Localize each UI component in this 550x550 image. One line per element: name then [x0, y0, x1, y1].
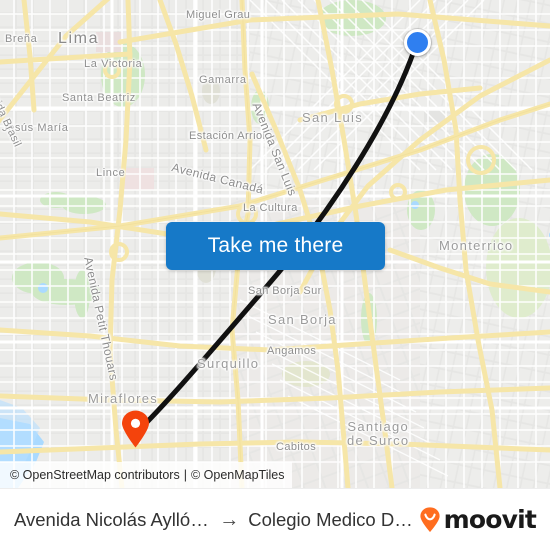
- arrow-right-icon: →: [219, 508, 240, 531]
- moovit-logo[interactable]: moovit: [417, 505, 550, 534]
- moovit-map-screen: Breña Lima Miguel Grau La Victoria Gamar…: [0, 0, 550, 550]
- moovit-wordmark: moovit: [443, 505, 537, 534]
- moovit-pin-icon: [417, 506, 443, 533]
- attribution-openmaptiles[interactable]: © OpenMapTiles: [191, 468, 285, 482]
- take-me-there-button[interactable]: Take me there: [166, 222, 385, 270]
- attribution-osm[interactable]: © OpenStreetMap contributors: [10, 468, 180, 482]
- origin-marker[interactable]: [404, 29, 431, 56]
- destination-name: Colegio Medico Del P...: [248, 508, 416, 530]
- destination-marker[interactable]: [121, 410, 150, 448]
- bottom-bar: Avenida Nicolás Ayllón, 2... → Colegio M…: [0, 488, 550, 550]
- map-attribution: © OpenStreetMap contributors | © OpenMap…: [0, 462, 293, 488]
- route-summary: Avenida Nicolás Ayllón, 2... → Colegio M…: [0, 509, 417, 531]
- map-canvas[interactable]: Breña Lima Miguel Grau La Victoria Gamar…: [0, 0, 550, 488]
- origin-name: Avenida Nicolás Ayllón, 2...: [14, 508, 210, 530]
- attribution-separator: |: [183, 468, 187, 482]
